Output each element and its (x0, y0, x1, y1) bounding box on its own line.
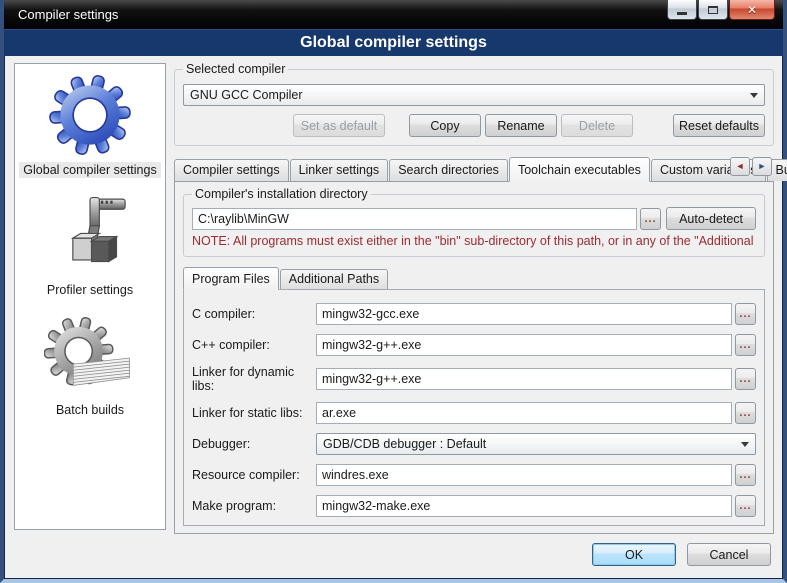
installation-directory-input[interactable] (192, 208, 637, 230)
rename-button[interactable]: Rename (485, 114, 557, 137)
sidebar-item-label: Global compiler settings (19, 162, 160, 178)
toolchain-executables-panel: Compiler's installation directory ... Au… (174, 181, 774, 534)
c-compiler-input[interactable] (316, 303, 732, 325)
sidebar-item-profiler-settings[interactable]: Profiler settings (15, 192, 165, 312)
c-compiler-row: C compiler: ... (192, 303, 756, 325)
resource-compiler-row: Resource compiler: ... (192, 464, 756, 486)
dynamic-linker-input[interactable] (316, 368, 732, 390)
field-label: Resource compiler: (192, 468, 316, 482)
resource-compiler-input[interactable] (316, 464, 732, 486)
static-linker-browse-button[interactable]: ... (735, 402, 756, 424)
static-linker-input[interactable] (316, 402, 732, 424)
field-label: Debugger: (192, 437, 316, 451)
compiler-select-value: GNU GCC Compiler (190, 88, 303, 102)
delete-button[interactable]: Delete (561, 114, 633, 137)
tab-linker-settings[interactable]: Linker settings (290, 159, 389, 181)
field-label: Linker for dynamic libs: (192, 365, 316, 393)
static-linker-row: Linker for static libs: ... (192, 402, 756, 424)
resource-compiler-browse-button[interactable]: ... (735, 464, 756, 486)
c-compiler-browse-button[interactable]: ... (735, 303, 756, 325)
window-controls: ✕ (666, 0, 775, 20)
tab-scroll-left-button[interactable]: ◄ (730, 157, 750, 176)
dialog-footer: OK Cancel (174, 534, 774, 575)
cpp-compiler-input[interactable] (316, 334, 732, 356)
make-program-row: Make program: ... (192, 495, 756, 517)
cpp-compiler-row: C++ compiler: ... (192, 334, 756, 356)
bin-subdirectory-note: NOTE: All programs must exist either in … (192, 234, 756, 248)
set-as-default-button[interactable]: Set as default (293, 114, 385, 137)
ok-button[interactable]: OK (592, 543, 676, 566)
caliper-icon (50, 196, 130, 274)
sidebar-item-global-compiler-settings[interactable]: Global compiler settings (15, 72, 165, 192)
maximize-icon (708, 6, 718, 14)
dialog-body: Global compiler settings (4, 56, 783, 579)
sidebar-item-label: Batch builds (52, 402, 128, 418)
selected-compiler-group: Selected compiler GNU GCC Compiler Set a… (174, 69, 774, 146)
installation-directory-label: Compiler's installation directory (192, 187, 371, 201)
selected-compiler-label: Selected compiler (183, 62, 288, 76)
compiler-select[interactable]: GNU GCC Compiler (183, 84, 765, 106)
make-program-input[interactable] (316, 495, 732, 517)
make-program-browse-button[interactable]: ... (735, 495, 756, 517)
auto-detect-button[interactable]: Auto-detect (666, 207, 756, 230)
minimize-icon (677, 12, 687, 15)
blue-gear-icon (47, 76, 133, 154)
cpp-compiler-browse-button[interactable]: ... (735, 334, 756, 356)
field-label: Linker for static libs: (192, 406, 316, 420)
tab-compiler-settings[interactable]: Compiler settings (174, 159, 289, 181)
window-title: Compiler settings (18, 7, 118, 22)
tab-scroll-arrows: ◄ ► (730, 157, 772, 176)
tab-program-files[interactable]: Program Files (183, 267, 279, 290)
dynamic-linker-row: Linker for dynamic libs: ... (192, 365, 756, 393)
chevron-down-icon (741, 442, 749, 447)
compiler-buttons-row: Set as default Copy Rename Delete Reset … (183, 114, 765, 137)
field-label: C compiler: (192, 307, 316, 321)
gray-gear-icon (44, 316, 136, 394)
debugger-select-value: GDB/CDB debugger : Default (323, 437, 486, 451)
page-title: Global compiler settings (4, 29, 783, 56)
sidebar-item-label: Profiler settings (43, 282, 137, 298)
minimize-button[interactable] (667, 0, 697, 20)
cancel-button[interactable]: Cancel (687, 543, 771, 566)
compiler-settings-dialog: Compiler settings ✕ Global compiler sett… (0, 0, 787, 583)
tab-toolchain-executables[interactable]: Toolchain executables (509, 157, 650, 182)
program-files-tabstrip: Program Files Additional Paths (183, 267, 765, 289)
tab-scroll-right-button[interactable]: ► (752, 157, 772, 176)
reset-defaults-button[interactable]: Reset defaults (673, 114, 765, 137)
tab-additional-paths[interactable]: Additional Paths (280, 269, 388, 289)
field-label: Make program: (192, 499, 316, 513)
tab-search-directories[interactable]: Search directories (389, 159, 508, 181)
debugger-row: Debugger: GDB/CDB debugger : Default (192, 433, 756, 455)
debugger-select[interactable]: GDB/CDB debugger : Default (316, 433, 756, 455)
close-button[interactable]: ✕ (729, 0, 775, 20)
dynamic-linker-browse-button[interactable]: ... (735, 368, 756, 390)
program-files-panel: C compiler: ... C++ compiler: ... (183, 289, 765, 526)
sidebar-item-batch-builds[interactable]: Batch builds (15, 312, 165, 432)
close-icon: ✕ (747, 3, 757, 17)
settings-tabstrip: Compiler settings Linker settings Search… (174, 156, 774, 181)
maximize-button[interactable] (698, 0, 728, 20)
installation-directory-browse-button[interactable]: ... (640, 208, 661, 230)
main-panel: Selected compiler GNU GCC Compiler Set a… (174, 63, 774, 575)
field-label: C++ compiler: (192, 338, 316, 352)
installation-directory-group: Compiler's installation directory ... Au… (183, 194, 765, 257)
settings-category-list: Global compiler settings (14, 63, 166, 530)
titlebar[interactable]: Compiler settings ✕ (4, 0, 783, 29)
copy-button[interactable]: Copy (409, 114, 481, 137)
chevron-down-icon (750, 93, 758, 98)
